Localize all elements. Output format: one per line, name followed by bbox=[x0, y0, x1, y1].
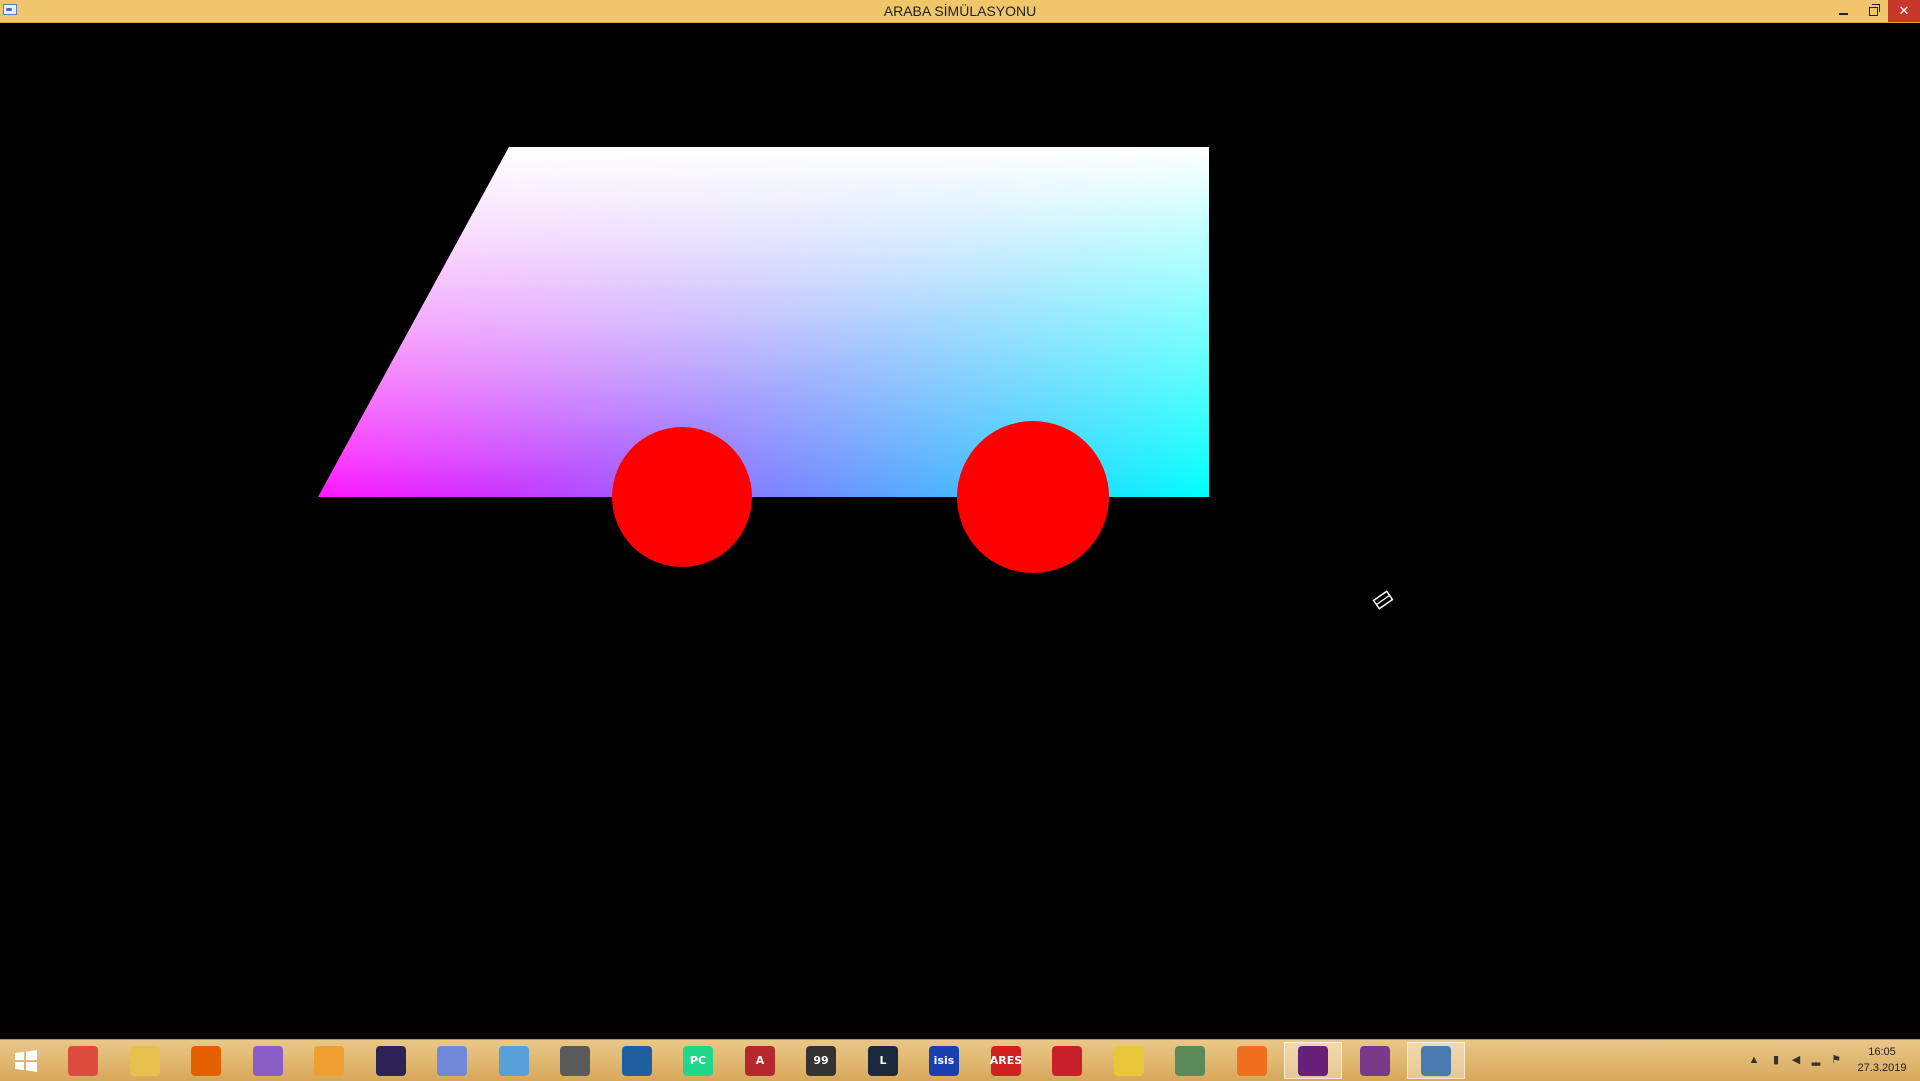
taskbar-item-box-app[interactable] bbox=[485, 1042, 543, 1079]
window-title: ARABA SİMÜLASYONU bbox=[883, 3, 1037, 19]
taskbar-item-virtualbox[interactable] bbox=[608, 1042, 666, 1079]
running-app-icon bbox=[1421, 1045, 1451, 1076]
show-hidden-icons-icon[interactable]: ▲ bbox=[1748, 1054, 1760, 1066]
winrar-icon bbox=[1360, 1045, 1390, 1076]
opengl-canvas[interactable] bbox=[0, 23, 1920, 1039]
taskbar-item-media-player[interactable] bbox=[300, 1042, 358, 1079]
taskbar-item-database[interactable] bbox=[1100, 1042, 1158, 1079]
taskbar-item-settings-tool[interactable] bbox=[1161, 1042, 1219, 1079]
taskbar-item-visual-studio-code[interactable] bbox=[239, 1042, 297, 1079]
media-player-icon bbox=[314, 1045, 344, 1076]
virtualbox-icon bbox=[622, 1045, 652, 1076]
taskbar-item-winrar[interactable] bbox=[1346, 1042, 1404, 1079]
access-icon: A bbox=[745, 1045, 775, 1076]
firefox-icon bbox=[191, 1045, 221, 1076]
minimize-icon bbox=[1838, 13, 1848, 15]
paint-icon bbox=[1237, 1045, 1267, 1076]
database-icon bbox=[1114, 1045, 1144, 1076]
speaker-icon[interactable]: ◀ bbox=[1790, 1054, 1802, 1066]
pycharm-icon: PC bbox=[683, 1045, 713, 1076]
taskbar-item-access[interactable]: A bbox=[731, 1042, 789, 1079]
restore-icon bbox=[1868, 3, 1880, 16]
mplab-icon bbox=[1052, 1045, 1082, 1076]
restore-button[interactable] bbox=[1858, 0, 1888, 22]
chrome-icon bbox=[68, 1045, 98, 1076]
eclipse-icon bbox=[376, 1045, 406, 1076]
windows-logo-icon bbox=[15, 1049, 37, 1072]
ares-icon: ARES bbox=[990, 1045, 1022, 1076]
discord-icon bbox=[437, 1045, 467, 1076]
clock-time[interactable]: 16:05 bbox=[1852, 1046, 1912, 1058]
taskbar-item-file-explorer[interactable] bbox=[116, 1042, 174, 1079]
title-bar: ARABA SİMÜLASYONU ✕ bbox=[0, 0, 1920, 23]
rear-wheel bbox=[612, 427, 752, 567]
taskbar-item-discord[interactable] bbox=[423, 1042, 481, 1079]
taskbar-item-mplab[interactable] bbox=[1038, 1042, 1096, 1079]
taskbar-item-visual-studio[interactable] bbox=[1284, 1042, 1342, 1079]
car-scene bbox=[318, 147, 1209, 573]
action-center-icon[interactable]: ⚑ bbox=[1830, 1054, 1842, 1066]
signal-icon[interactable]: ▂ bbox=[1810, 1054, 1822, 1066]
taskbar-item-running-app[interactable] bbox=[1407, 1042, 1465, 1079]
close-button[interactable]: ✕ bbox=[1888, 0, 1920, 22]
opera-icon bbox=[560, 1045, 590, 1076]
league-of-legends-icon: L bbox=[868, 1045, 898, 1076]
taskbar: PC A 99 Lisis ARES ▲ ▮ ◀ ▂ ⚑ 16:05 27.3.2019 bbox=[0, 1039, 1920, 1081]
settings-tool-icon bbox=[1175, 1045, 1205, 1076]
clock-date[interactable]: 27.3.2019 bbox=[1852, 1062, 1912, 1074]
box-app-icon bbox=[499, 1045, 529, 1076]
close-icon: ✕ bbox=[1898, 3, 1910, 18]
start-button[interactable] bbox=[0, 1040, 52, 1081]
move-cursor-icon bbox=[1372, 590, 1394, 610]
isis-icon: isis bbox=[929, 1045, 959, 1076]
system-tray: ▲ ▮ ◀ ▂ ⚑ 16:05 27.3.2019 bbox=[1720, 1040, 1920, 1081]
front-wheel bbox=[957, 421, 1109, 573]
terminal-99-icon: 99 bbox=[806, 1045, 836, 1076]
taskbar-item-opera[interactable] bbox=[546, 1042, 604, 1079]
taskbar-item-pycharm[interactable]: PC bbox=[669, 1042, 727, 1079]
taskbar-item-eclipse[interactable] bbox=[362, 1042, 420, 1079]
taskbar-item-isis[interactable]: isis bbox=[915, 1042, 973, 1079]
network-adapter-icon[interactable]: ▮ bbox=[1770, 1054, 1782, 1066]
taskbar-item-firefox[interactable] bbox=[177, 1042, 235, 1079]
taskbar-item-ares[interactable]: ARES bbox=[977, 1042, 1035, 1079]
taskbar-item-league-of-legends[interactable]: L bbox=[854, 1042, 912, 1079]
taskbar-item-paint[interactable] bbox=[1223, 1042, 1281, 1079]
taskbar-item-terminal-99[interactable]: 99 bbox=[792, 1042, 850, 1079]
file-explorer-icon bbox=[130, 1045, 160, 1076]
minimize-button[interactable] bbox=[1828, 0, 1858, 22]
visual-studio-code-icon bbox=[253, 1045, 283, 1076]
taskbar-item-chrome[interactable] bbox=[54, 1042, 112, 1079]
visual-studio-icon bbox=[1298, 1045, 1328, 1076]
